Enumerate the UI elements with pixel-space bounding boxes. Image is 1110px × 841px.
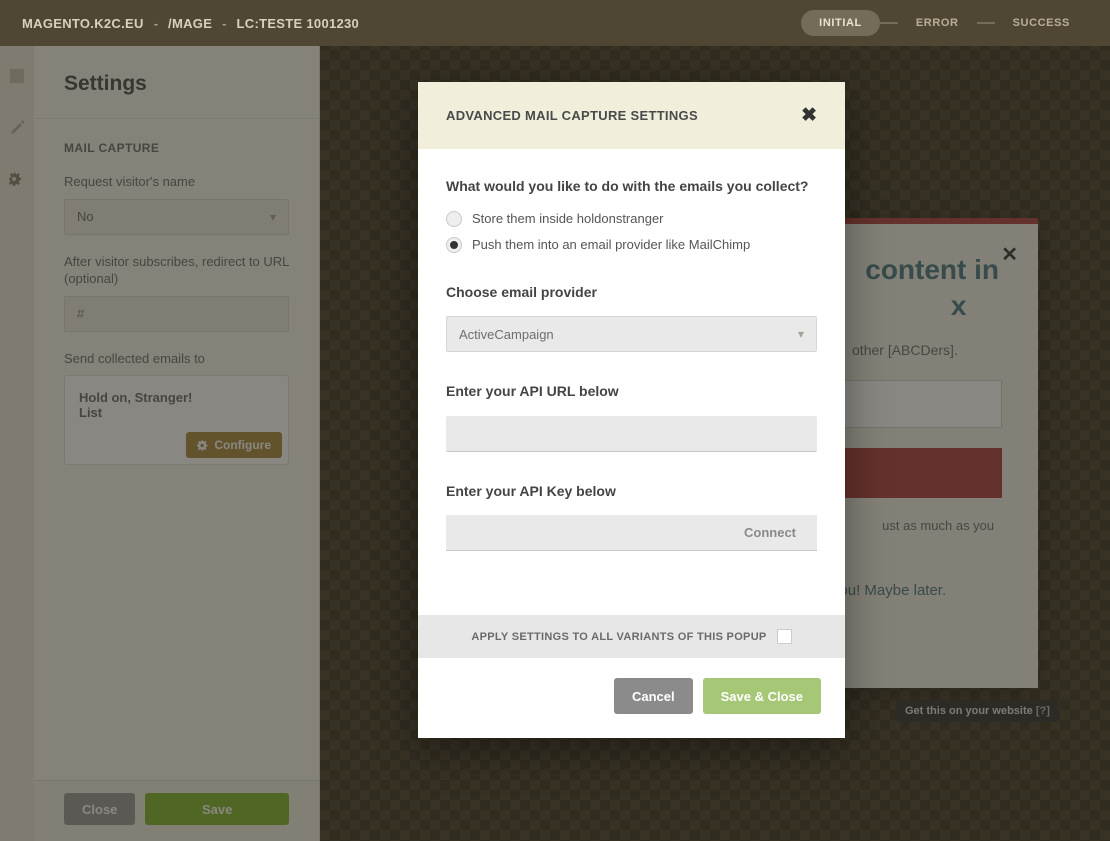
breadcrumb-license[interactable]: LC:TESTE 1001230: [237, 16, 360, 31]
breadcrumb-domain[interactable]: MAGENTO.K2C.EU: [22, 16, 144, 31]
radio-label: Store them inside holdonstranger: [472, 211, 664, 226]
close-icon[interactable]: ✖: [801, 104, 817, 127]
chevron-down-icon: ▾: [798, 327, 804, 341]
modal-footer: Cancel Save & Close: [418, 658, 845, 738]
apply-to-all-row[interactable]: APPLY SETTINGS TO ALL VARIANTS OF THIS P…: [418, 615, 845, 658]
radio-option-push[interactable]: Push them into an email provider like Ma…: [446, 237, 817, 253]
api-key-input[interactable]: [446, 515, 723, 551]
pill-connector: [977, 22, 995, 24]
state-pill-success[interactable]: SUCCESS: [995, 10, 1088, 36]
cancel-button[interactable]: Cancel: [614, 678, 693, 714]
modal-title: ADVANCED MAIL CAPTURE SETTINGS: [446, 108, 698, 123]
api-key-label: Enter your API Key below: [446, 482, 817, 502]
save-and-close-button[interactable]: Save & Close: [703, 678, 821, 714]
breadcrumb-path[interactable]: /MAGE: [168, 16, 212, 31]
connect-button[interactable]: Connect: [723, 515, 817, 551]
apply-to-all-label: APPLY SETTINGS TO ALL VARIANTS OF THIS P…: [471, 631, 766, 643]
modal-body: What would you like to do with the email…: [418, 149, 845, 615]
email-provider-select[interactable]: ActiveCampaign ▾: [446, 316, 817, 352]
pill-connector: [880, 22, 898, 24]
top-bar: MAGENTO.K2C.EU - /MAGE - LC:TESTE 100123…: [0, 0, 1110, 46]
api-url-input[interactable]: [446, 416, 817, 452]
radio-option-store[interactable]: Store them inside holdonstranger: [446, 211, 817, 227]
choose-provider-label: Choose email provider: [446, 283, 817, 303]
variant-state-pills: INITIAL ERROR SUCCESS: [801, 10, 1088, 36]
state-pill-error[interactable]: ERROR: [898, 10, 977, 36]
breadcrumb-sep: -: [154, 16, 158, 31]
advanced-mail-capture-modal: ADVANCED MAIL CAPTURE SETTINGS ✖ What wo…: [418, 82, 845, 738]
apply-to-all-checkbox[interactable]: [777, 629, 792, 644]
modal-header: ADVANCED MAIL CAPTURE SETTINGS ✖: [418, 82, 845, 149]
emails-question-label: What would you like to do with the email…: [446, 177, 817, 197]
radio-label: Push them into an email provider like Ma…: [472, 237, 750, 252]
email-provider-value: ActiveCampaign: [459, 327, 554, 342]
state-pill-initial[interactable]: INITIAL: [801, 10, 880, 36]
api-url-label: Enter your API URL below: [446, 382, 817, 402]
breadcrumb-sep: -: [222, 16, 226, 31]
radio-icon: [446, 237, 462, 253]
radio-icon: [446, 211, 462, 227]
